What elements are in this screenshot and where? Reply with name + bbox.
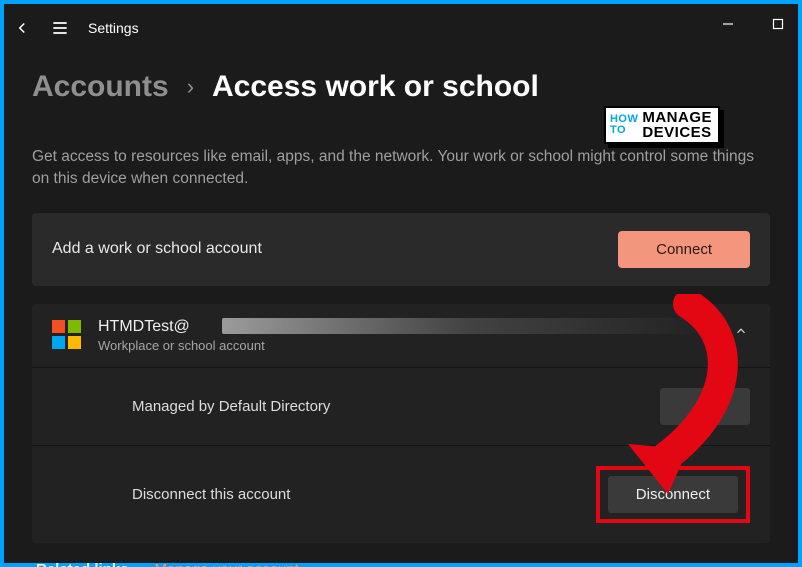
watermark-logo: HOW TO MANAGE DEVICES [604,106,720,144]
related-links-row: Related links Manage your account [32,561,770,567]
menu-button[interactable] [50,18,70,38]
breadcrumb-parent[interactable]: Accounts [32,70,169,104]
managed-by-row: Managed by Default Directory [32,367,770,445]
minimize-button[interactable] [714,10,742,38]
managed-by-button[interactable] [660,388,750,425]
back-button[interactable] [12,18,32,38]
page-description: Get access to resources like email, apps… [32,146,770,191]
window-title: Settings [88,20,139,36]
account-block: HTMDTest@ Workplace or school account Ma… [32,304,770,543]
microsoft-logo-icon [52,320,82,350]
settings-window: Settings Accounts › Access work or schoo… [0,0,802,567]
redacted-overlay [222,318,710,334]
breadcrumb-separator: › [187,74,194,100]
disconnect-row: Disconnect this account Disconnect [32,445,770,543]
watermark-line1: MANAGE [642,110,712,125]
manage-account-link[interactable]: Manage your account [155,561,299,567]
watermark-to: TO [610,125,638,136]
account-header[interactable]: HTMDTest@ Workplace or school account [32,304,770,367]
account-name: HTMDTest@ [98,318,265,336]
breadcrumb-current: Access work or school [212,70,539,104]
disconnect-button[interactable]: Disconnect [608,476,738,513]
add-account-card: Add a work or school account Connect [32,213,770,286]
disconnect-label: Disconnect this account [132,486,290,503]
watermark-line2: DEVICES [642,125,712,140]
maximize-button[interactable] [764,10,792,38]
managed-by-label: Managed by Default Directory [132,398,330,415]
disconnect-highlight: Disconnect [596,466,750,523]
add-account-label: Add a work or school account [52,240,262,258]
titlebar: Settings [4,4,798,52]
related-links-label: Related links [36,561,129,567]
breadcrumb: Accounts › Access work or school [32,70,770,104]
connect-button[interactable]: Connect [618,231,750,268]
account-subtitle: Workplace or school account [98,338,265,353]
chevron-up-icon [734,324,748,341]
